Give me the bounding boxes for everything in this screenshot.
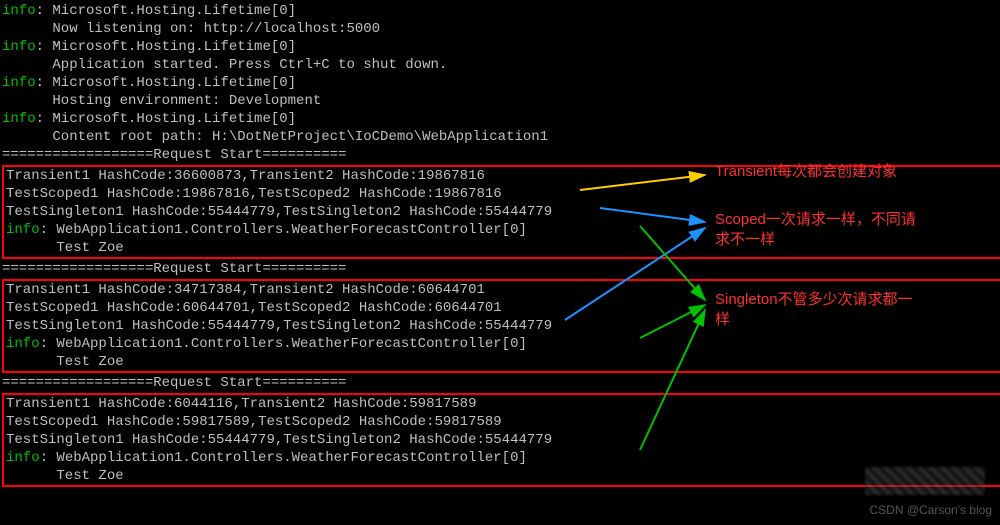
annotation-singleton: Singleton不管多少次请求都一 样 — [715, 290, 913, 330]
transient-line: Transient1 HashCode:6044116,Transient2 H… — [6, 395, 998, 413]
log-text: : WebApplication1.Controllers.WeatherFor… — [40, 336, 527, 352]
log-line: info: Microsoft.Hosting.Lifetime[0] — [2, 74, 1000, 92]
log-text: : Microsoft.Hosting.Lifetime[0] — [36, 75, 296, 91]
annotation-text: Singleton不管多少次请求都一 — [715, 290, 913, 310]
log-text: Now listening on: http://localhost:5000 — [2, 21, 380, 37]
request-separator: ==================Request Start=========… — [2, 374, 1000, 392]
request-separator: ==================Request Start=========… — [2, 260, 1000, 278]
log-line: info: WebApplication1.Controllers.Weathe… — [6, 335, 998, 353]
scoped-line: TestScoped1 HashCode:19867816,TestScoped… — [6, 185, 998, 203]
annotation-text: Scoped一次请求一样，不同请 — [715, 210, 916, 230]
log-line: Content root path: H:\DotNetProject\IoCD… — [2, 128, 1000, 146]
log-text: Content root path: H:\DotNetProject\IoCD… — [2, 129, 548, 145]
annotation-text: 求不一样 — [715, 230, 916, 250]
log-line: info: Microsoft.Hosting.Lifetime[0] — [2, 110, 1000, 128]
log-line: info: WebApplication1.Controllers.Weathe… — [6, 449, 998, 467]
singleton-line: TestSingleton1 HashCode:55444779,TestSin… — [6, 431, 998, 449]
log-text: : WebApplication1.Controllers.WeatherFor… — [40, 450, 527, 466]
scoped-line: TestScoped1 HashCode:59817589,TestScoped… — [6, 413, 998, 431]
log-level-info: info — [2, 3, 36, 19]
log-level-info: info — [6, 222, 40, 238]
wechat-qr-blur — [865, 467, 985, 495]
log-line: info: Microsoft.Hosting.Lifetime[0] — [2, 38, 1000, 56]
log-text: : Microsoft.Hosting.Lifetime[0] — [36, 3, 296, 19]
log-level-info: info — [6, 450, 40, 466]
annotation-text: 样 — [715, 310, 913, 330]
log-text: Application started. Press Ctrl+C to shu… — [2, 57, 447, 73]
log-text: : Microsoft.Hosting.Lifetime[0] — [36, 111, 296, 127]
log-line: info: Microsoft.Hosting.Lifetime[0] — [2, 2, 1000, 20]
log-line: Application started. Press Ctrl+C to shu… — [2, 56, 1000, 74]
log-text: : Microsoft.Hosting.Lifetime[0] — [36, 39, 296, 55]
csdn-watermark: CSDN @Carson's blog — [869, 501, 992, 519]
log-level-info: info — [2, 75, 36, 91]
tail-line: Test Zoe — [6, 353, 998, 371]
annotation-scoped: Scoped一次请求一样，不同请 求不一样 — [715, 210, 916, 250]
request-block-3: Transient1 HashCode:6044116,Transient2 H… — [2, 393, 1000, 487]
log-line: Now listening on: http://localhost:5000 — [2, 20, 1000, 38]
log-level-info: info — [2, 111, 36, 127]
log-line: Hosting environment: Development — [2, 92, 1000, 110]
log-level-info: info — [6, 336, 40, 352]
tail-line: Test Zoe — [6, 467, 998, 485]
log-text: Hosting environment: Development — [2, 93, 321, 109]
log-text: : WebApplication1.Controllers.WeatherFor… — [40, 222, 527, 238]
annotation-transient: Transient每次都会创建对象 — [715, 162, 897, 182]
log-level-info: info — [2, 39, 36, 55]
